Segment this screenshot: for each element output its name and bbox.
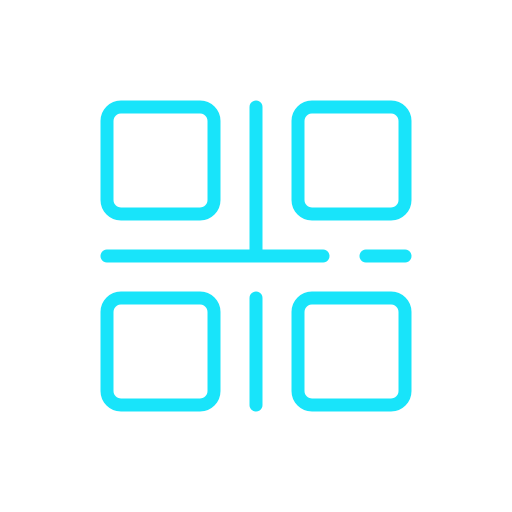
- icon-canvas: [0, 0, 512, 512]
- bottom-left-square: [100, 291, 221, 412]
- bottom-right-square: [291, 291, 412, 412]
- qr-code-scan-icon: [100, 100, 412, 412]
- top-left-square: [100, 100, 221, 221]
- top-right-square: [291, 100, 412, 221]
